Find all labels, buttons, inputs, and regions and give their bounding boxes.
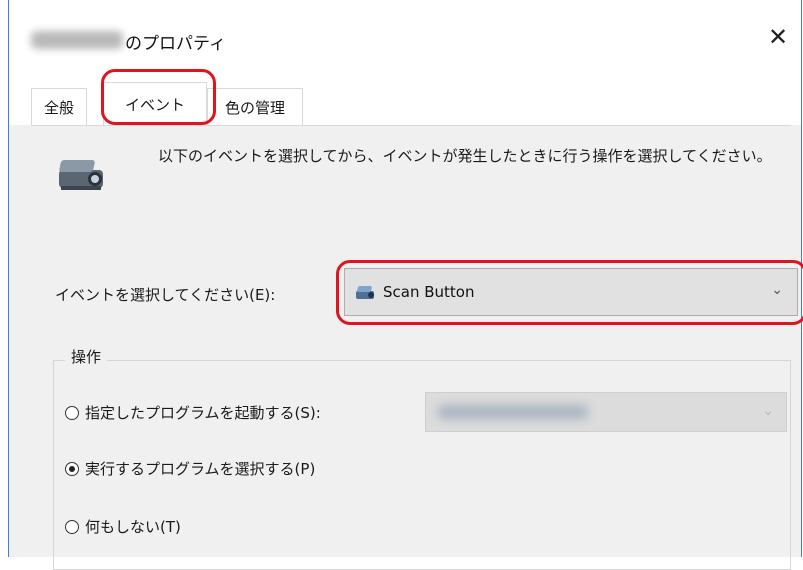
close-icon: ✕ — [767, 23, 789, 51]
radio-launch-program-indicator[interactable] — [65, 405, 79, 420]
events-panel: 以下のイベントを選択してから、イベントが発生したときに行う操作を選択してください… — [31, 125, 803, 570]
tab-general[interactable]: 全般 — [31, 88, 87, 125]
radio-choose-program[interactable]: 実行するプログラムを選択する(P) — [65, 458, 315, 479]
scanner-small-icon — [356, 286, 374, 299]
chevron-down-icon: ⌄ — [771, 282, 783, 298]
tab-color-management[interactable]: 色の管理 — [207, 88, 303, 125]
event-select-label: イベントを選択してください(E): — [55, 286, 276, 304]
chevron-down-icon: ⌄ — [762, 403, 774, 419]
radio-do-nothing[interactable]: 何もしない(T) — [65, 516, 181, 537]
close-button[interactable]: ✕ — [755, 14, 801, 60]
window-title: のプロパティ — [125, 34, 226, 54]
tab-events[interactable]: イベント — [103, 82, 207, 125]
radio-choose-program-label: 実行するプログラムを選択する(P) — [85, 460, 316, 478]
radio-launch-program-label: 指定したプログラムを起動する(S): — [85, 404, 321, 422]
event-dropdown[interactable]: Scan Button ⌄ — [344, 268, 798, 316]
instruction-text: 以下のイベントを選択してから、イベントが発生したときに行う操作を選択してください… — [158, 147, 772, 165]
radio-launch-program[interactable]: 指定したプログラムを起動する(S): — [65, 402, 321, 423]
device-name-redacted — [31, 31, 123, 49]
program-dropdown: ⌄ — [425, 392, 787, 432]
title-bar: のプロパティ ✕ — [9, 0, 801, 78]
radio-choose-program-indicator[interactable] — [65, 461, 79, 476]
tab-strip: 全般 イベント 色の管理 — [9, 78, 801, 125]
radio-do-nothing-label: 何もしない(T) — [85, 518, 181, 536]
scanner-icon — [59, 160, 103, 190]
properties-dialog: のプロパティ ✕ 全般 イベント 色の管理 以下のイベントを選択してから、イベン… — [8, 0, 803, 570]
event-dropdown-value: Scan Button — [383, 283, 475, 301]
radio-do-nothing-indicator[interactable] — [65, 519, 79, 534]
program-name-redacted — [438, 405, 588, 419]
actions-legend: 操作 — [65, 346, 108, 367]
